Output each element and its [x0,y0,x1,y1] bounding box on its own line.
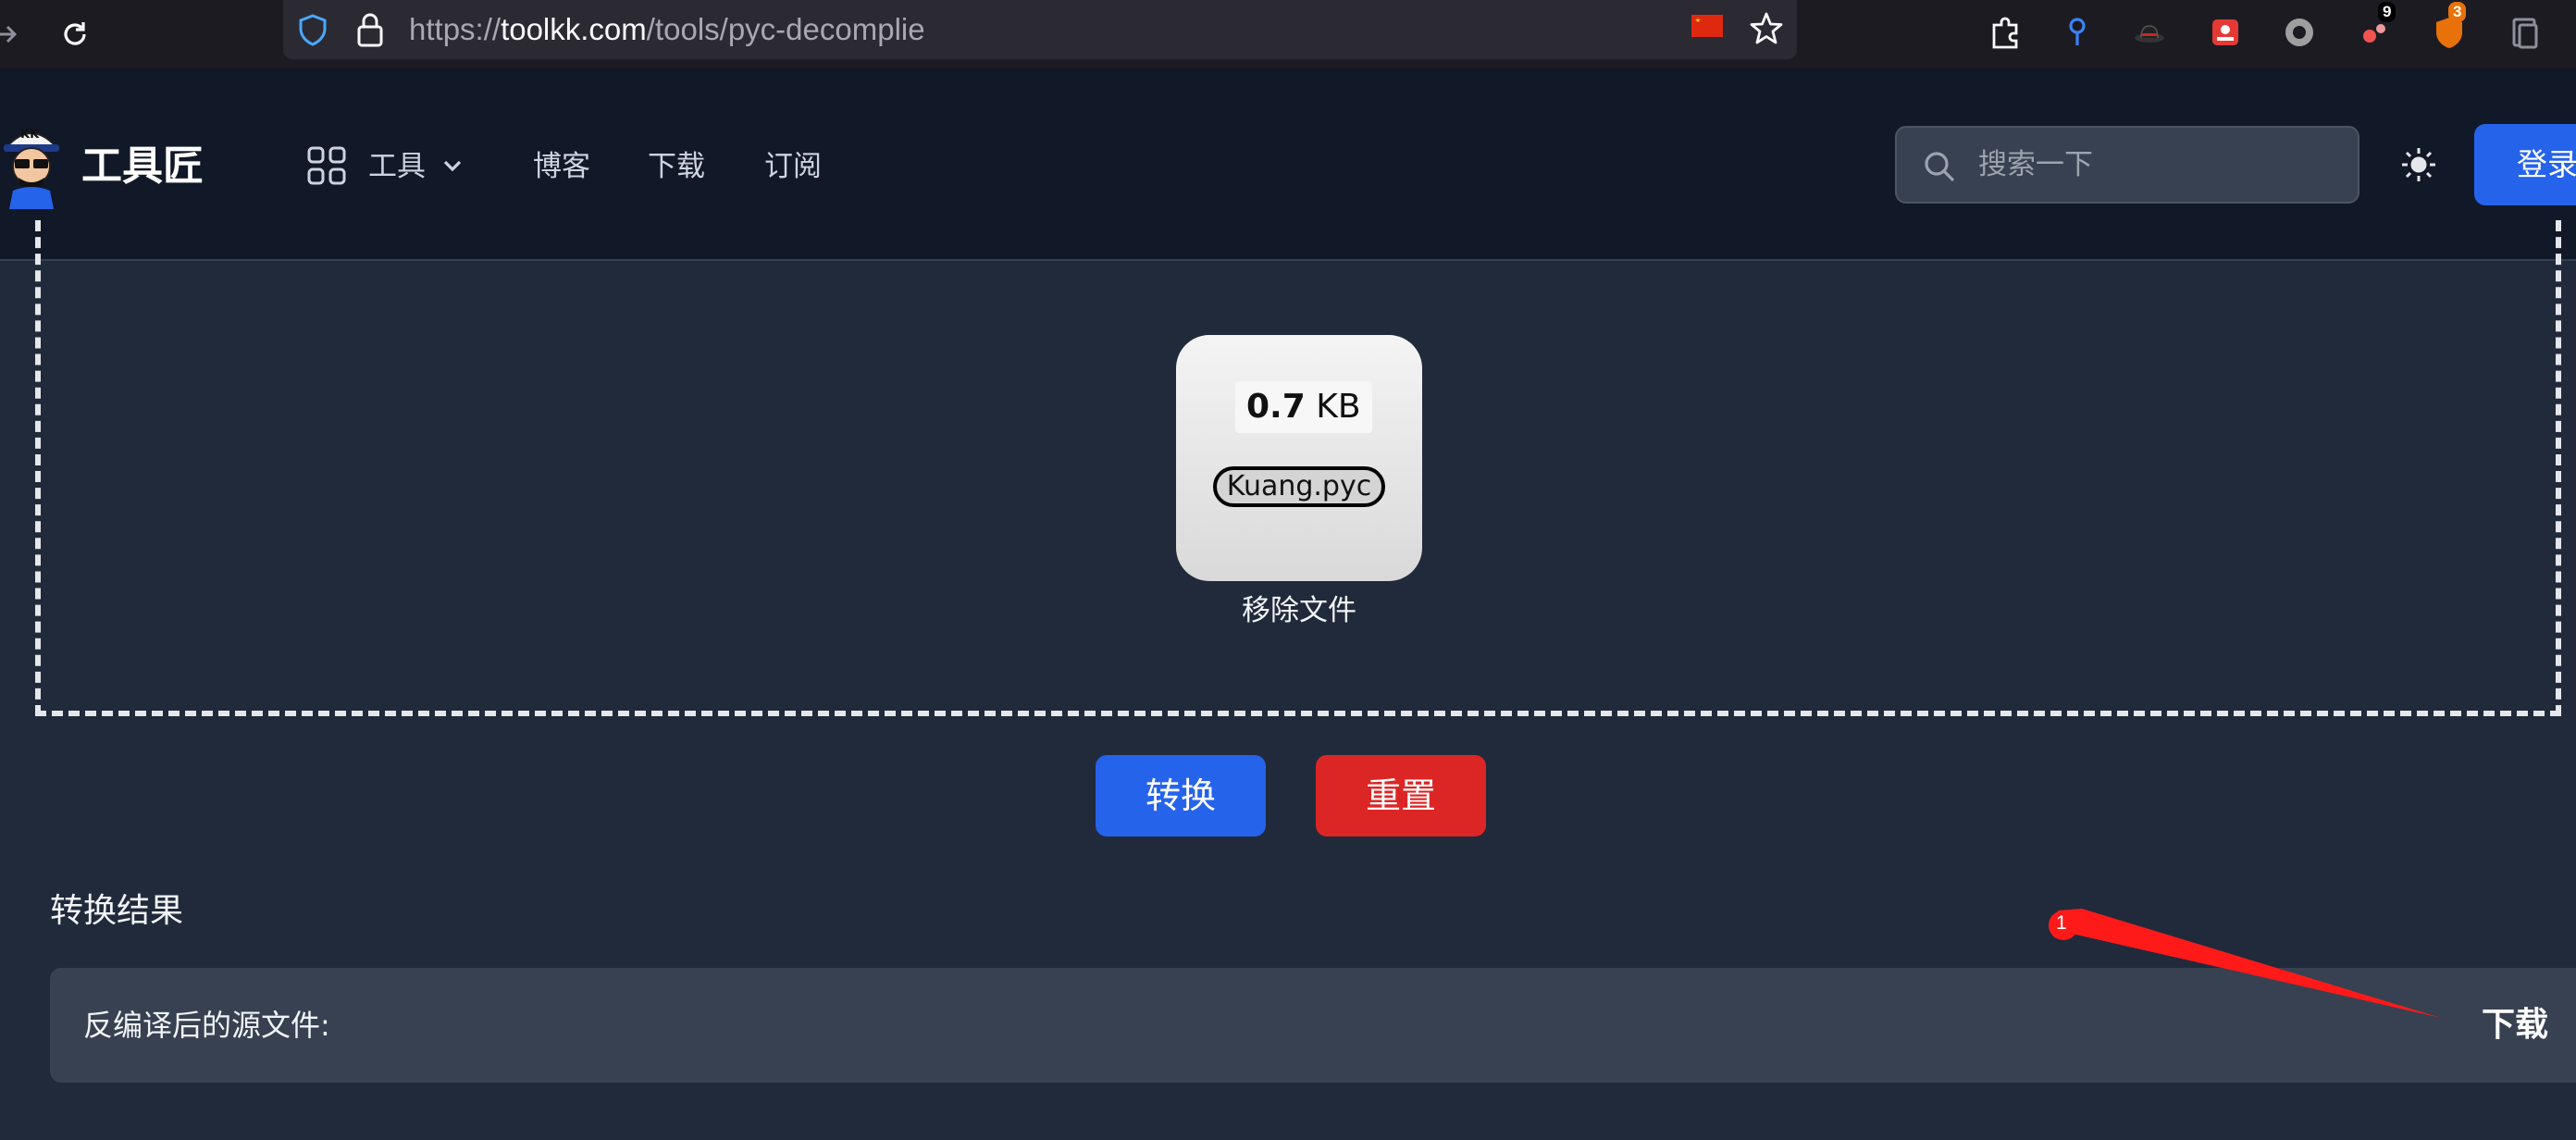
result-label: 反编译后的源文件: [83,1008,330,1043]
red-extension-icon[interactable] [2204,11,2247,54]
search-icon [1921,148,1958,185]
extensions-puzzle-icon[interactable] [1984,11,2026,54]
search-placeholder: 搜索一下 [1978,148,2093,181]
login-button[interactable]: 登录 [2474,124,2576,205]
grid-icon[interactable] [305,144,348,187]
reload-icon[interactable] [50,9,100,59]
convert-button[interactable]: 转换 [1096,755,1266,836]
nav-blog[interactable]: 博客 [533,146,590,187]
notification-badge: 9 [2378,2,2396,22]
annotation-number: 1 [2056,912,2067,934]
result-title: 转换结果 [50,892,184,930]
logo[interactable]: KK [0,120,63,209]
block-count-badge: 3 [2448,2,2467,22]
logo-text: KK [20,128,40,142]
url-path: /tools/pyc-decomplie [646,12,925,46]
file-card: 0.7 KB Kuang.pyc [1176,335,1422,581]
file-name: Kuang.pyc [1213,466,1385,507]
file-size-unit: KB [1316,388,1361,426]
notification-extension-icon[interactable]: 9 [2354,2,2396,54]
circle-extension-icon[interactable] [2278,11,2321,54]
url-text[interactable]: https://toolkk.com/tools/pyc-decomplie [409,9,925,50]
remove-file-link[interactable]: 移除文件 [1176,592,1422,629]
lock-icon[interactable] [352,9,389,50]
nav-subscribe[interactable]: 订阅 [764,146,822,187]
file-size-value: 0.7 [1246,388,1306,426]
shield-icon[interactable] [294,11,331,48]
hat-extension-icon[interactable] [2128,11,2171,54]
chevron-down-icon[interactable] [439,152,466,180]
url-scheme: https:// [409,12,502,46]
url-bar[interactable]: https://toolkk.com/tools/pyc-decomplie [283,0,1797,59]
brand-name[interactable]: 工具匠 [81,141,204,192]
nav-download[interactable]: 下载 [648,146,705,187]
china-flag-icon[interactable] [1691,15,1723,37]
reset-button[interactable]: 重置 [1316,755,1486,836]
ublock-extension-icon[interactable]: 3 [2428,2,2471,54]
pin-extension-icon[interactable] [2056,11,2099,54]
file-size: 0.7 KB [1235,381,1372,433]
download-link[interactable]: 下载 [2482,1003,2548,1047]
bookmark-star-icon[interactable] [1747,9,1786,48]
url-host: toolkk.com [501,12,647,46]
search-input[interactable]: 搜索一下 [1895,126,2359,204]
sun-theme-icon[interactable] [2398,144,2439,185]
nav-tools[interactable]: 工具 [368,146,426,187]
forward-icon[interactable] [0,9,31,59]
annotation-arrow: 1 [2041,903,2448,1023]
pages-extension-icon[interactable] [2504,11,2546,54]
browser-toolbar: https://toolkk.com/tools/pyc-decomplie 9… [0,0,2576,68]
